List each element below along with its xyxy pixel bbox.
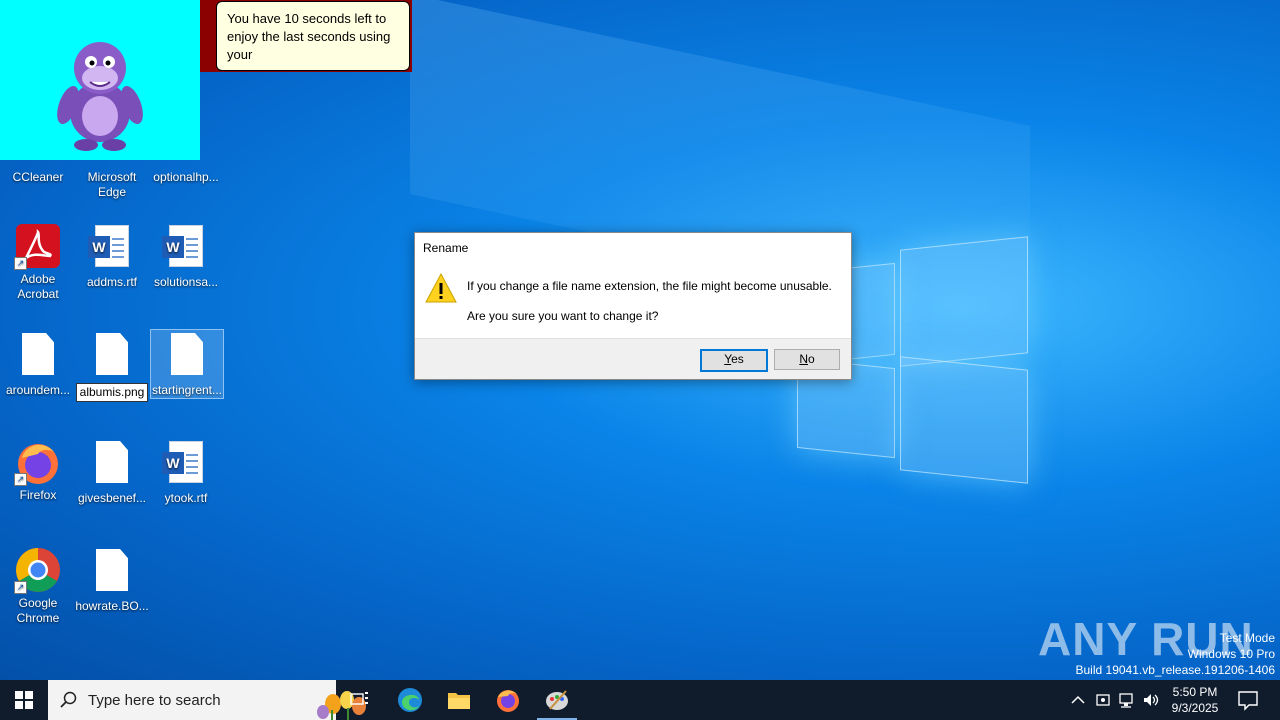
- firefox-icon: ↗: [14, 438, 62, 486]
- desktop-icon-adobe-acrobat[interactable]: ↗ Adobe Acrobat: [0, 222, 76, 302]
- file-icon: [88, 441, 136, 489]
- desktop-icon-albumis[interactable]: albumis.png: [74, 330, 150, 402]
- search-icon: [60, 691, 77, 708]
- desktop-icon-startingrent[interactable]: startingrent...: [150, 329, 224, 399]
- icon-label: givesbenef...: [77, 491, 147, 505]
- windows-logo-pane: [900, 236, 1028, 367]
- desktop: CCleaner Microsoft Edge optionalhp... ↗ …: [0, 0, 1280, 680]
- desktop-icon-ytook[interactable]: W ytook.rtf: [148, 438, 224, 506]
- shortcut-arrow-icon: ↗: [14, 257, 27, 270]
- taskbar-edge[interactable]: [386, 680, 434, 720]
- desktop-icon-howrate[interactable]: howrate.BO...: [74, 546, 150, 614]
- show-hidden-icons-button[interactable]: [1068, 690, 1088, 713]
- taskbar: Type here to search 5:50 PM 9/3/2025: [0, 680, 1280, 720]
- bonzi-speech-bubble: You have 10 seconds left to enjoy the la…: [216, 1, 410, 71]
- icon-label: Google Chrome: [16, 596, 60, 625]
- speaker-icon: [1144, 694, 1159, 706]
- volume-button[interactable]: [1141, 690, 1161, 713]
- taskbar-clock[interactable]: 5:50 PM 9/3/2025: [1160, 684, 1230, 716]
- icon-label: addms.rtf: [86, 275, 137, 289]
- windows-logo-icon: [15, 691, 33, 709]
- edge-icon: [398, 688, 422, 712]
- clock-time: 5:50 PM: [1172, 685, 1218, 699]
- tray-app-icon[interactable]: [1093, 690, 1113, 713]
- search-placeholder: Type here to search: [88, 692, 221, 709]
- icon-label: Microsoft Edge: [87, 170, 137, 199]
- word-document-icon: W: [88, 225, 136, 273]
- watermark-line: Windows 10 Pro: [1187, 647, 1275, 661]
- icon-label: howrate.BO...: [75, 599, 149, 613]
- notification-icon: [1238, 691, 1258, 711]
- start-button[interactable]: [0, 680, 48, 720]
- yes-button[interactable]: Yes: [700, 349, 768, 372]
- desktop-icon-aroundem[interactable]: aroundem...: [0, 330, 76, 398]
- shortcut-arrow-icon: ↗: [14, 473, 27, 486]
- desktop-icon-givesbenef[interactable]: givesbenef...: [74, 438, 150, 506]
- purple-gorilla-icon: [57, 42, 143, 151]
- firefox-icon: [497, 690, 519, 712]
- test-mode-watermark: Test Mode Windows 10 Pro Build 19041.vb_…: [1076, 630, 1276, 678]
- windows-logo-pane: [900, 356, 1028, 484]
- device-icon: [1096, 694, 1110, 706]
- icon-label: solutionsa...: [153, 275, 219, 289]
- taskbar-file-explorer[interactable]: [435, 680, 483, 720]
- icon-label: aroundem...: [5, 383, 71, 397]
- file-icon: [163, 333, 211, 381]
- taskbar-bonzi[interactable]: [533, 680, 581, 720]
- icon-label: ytook.rtf: [164, 491, 208, 505]
- chevron-up-icon: [1071, 695, 1085, 704]
- icon-label: CCleaner: [12, 170, 64, 184]
- task-view-button[interactable]: [336, 680, 384, 720]
- word-document-icon: W: [162, 441, 210, 489]
- icon-label: optionalhp...: [153, 170, 219, 184]
- taskbar-firefox[interactable]: [484, 680, 532, 720]
- rename-textbox[interactable]: albumis.png: [75, 383, 149, 402]
- watermark-line: Build 19041.vb_release.191206-1406: [1075, 663, 1276, 677]
- dialog-question: Are you sure you want to change it?: [467, 309, 659, 323]
- shortcut-arrow-icon: ↗: [14, 581, 27, 594]
- bubble-text: You have 10 seconds left to enjoy the la…: [227, 11, 391, 62]
- task-view-icon: [350, 692, 368, 705]
- dialog-message: If you change a file name extension, the…: [467, 279, 832, 293]
- warning-icon: [425, 272, 457, 306]
- rename-dialog: Rename If you change a file name extensi…: [414, 232, 852, 380]
- dialog-footer: Yes No: [415, 338, 851, 379]
- chrome-icon: ↗: [14, 546, 62, 594]
- paint-palette-icon: [546, 690, 568, 710]
- no-button[interactable]: No: [774, 349, 840, 370]
- network-icon: [1119, 693, 1133, 708]
- dialog-title: Rename: [423, 241, 469, 255]
- taskbar-search-box[interactable]: Type here to search: [48, 680, 366, 720]
- action-center-button[interactable]: [1236, 688, 1260, 715]
- desktop-icon-firefox[interactable]: ↗ Firefox: [0, 438, 76, 503]
- desktop-icon-chrome[interactable]: ↗ Google Chrome: [0, 546, 76, 626]
- file-icon: [14, 333, 62, 381]
- desktop-icon-solutionsa[interactable]: W solutionsa...: [148, 222, 224, 290]
- desktop-icon-addms[interactable]: W addms.rtf: [74, 222, 150, 290]
- word-document-icon: W: [162, 225, 210, 273]
- clock-date: 9/3/2025: [1171, 701, 1219, 715]
- adobe-acrobat-icon: ↗: [14, 222, 62, 270]
- file-icon: [88, 549, 136, 597]
- icon-label: startingrent...: [151, 383, 223, 397]
- watermark-line: Test Mode: [1219, 631, 1275, 645]
- icon-label: Adobe Acrobat: [17, 272, 59, 301]
- network-button[interactable]: [1117, 690, 1137, 713]
- bonzi-buddy-window[interactable]: [0, 0, 200, 160]
- icon-label: Firefox: [19, 488, 57, 502]
- file-icon: [88, 333, 136, 381]
- folder-icon: [448, 693, 470, 709]
